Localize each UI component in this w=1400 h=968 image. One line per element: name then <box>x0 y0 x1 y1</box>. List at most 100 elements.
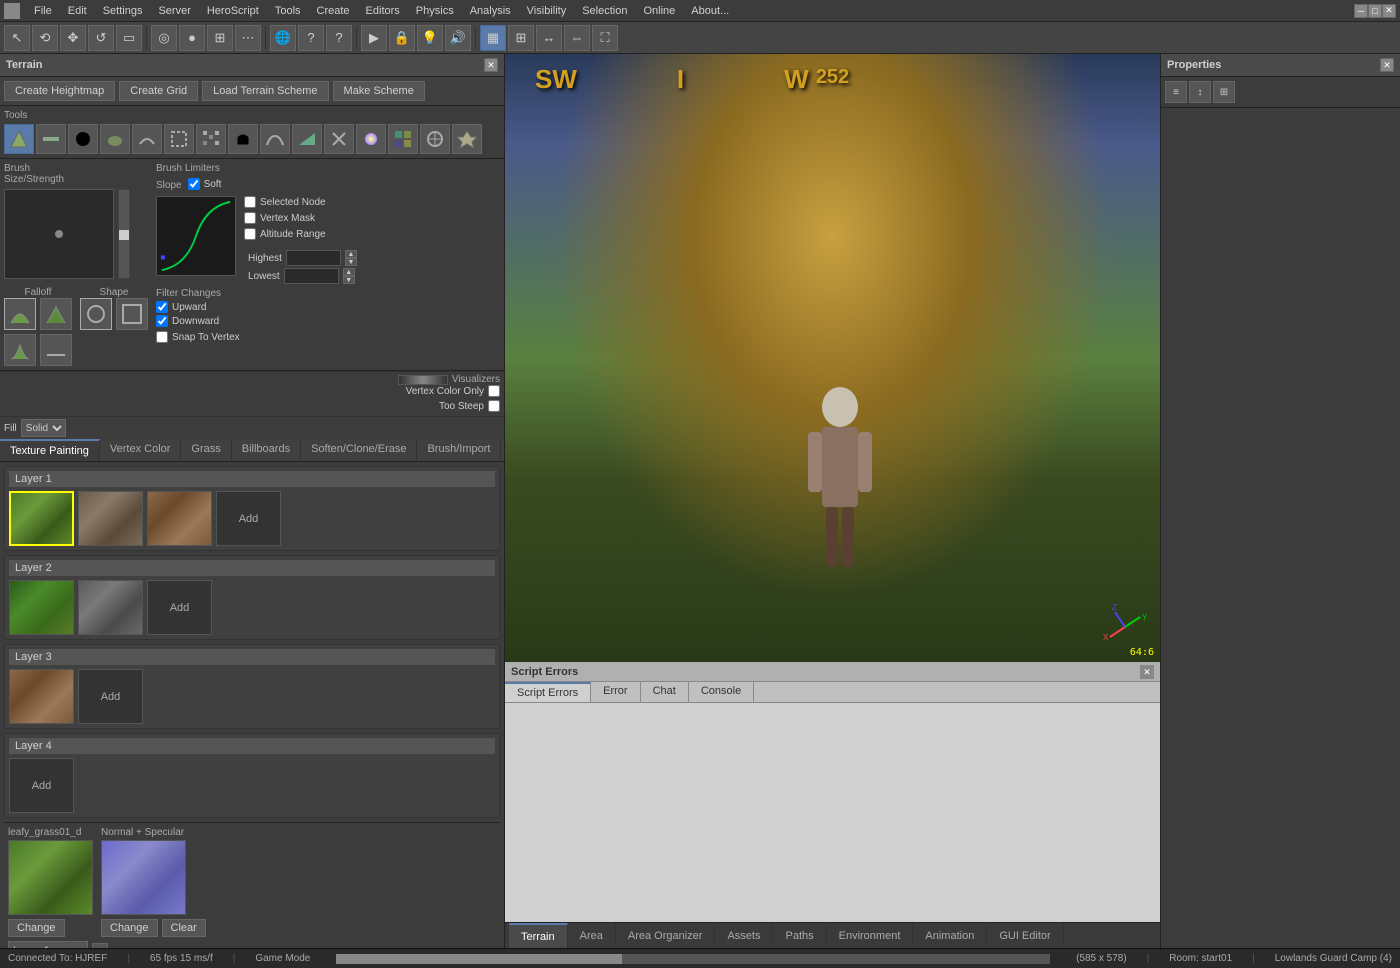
tool-color[interactable] <box>356 124 386 154</box>
tab-texture-painting[interactable]: Texture Painting <box>0 439 100 461</box>
tool-extra1[interactable] <box>420 124 450 154</box>
create-grid-btn[interactable]: Create Grid <box>119 81 198 101</box>
menu-create[interactable]: Create <box>309 3 358 19</box>
window-close[interactable]: ✕ <box>1382 4 1396 18</box>
layer-1-thumb-2[interactable] <box>147 491 212 546</box>
shape-square[interactable] <box>116 298 148 330</box>
bottom-tab-gui-editor[interactable]: GUI Editor <box>987 923 1063 948</box>
falloff-btn-2[interactable] <box>40 298 72 330</box>
layer-1-thumb-1[interactable] <box>78 491 143 546</box>
tool-cut[interactable] <box>324 124 354 154</box>
toolbar-cursor[interactable]: ⛶ <box>592 25 618 51</box>
menu-physics[interactable]: Physics <box>408 3 462 19</box>
toolbar-grid[interactable]: ⊞ <box>207 25 233 51</box>
brush-strength-handle[interactable] <box>119 230 129 240</box>
bottom-tab-environment[interactable]: Environment <box>827 923 914 948</box>
falloff-btn-1[interactable] <box>4 298 36 330</box>
highest-down[interactable]: ▼ <box>345 258 357 266</box>
brush-strength-slider[interactable] <box>118 189 130 279</box>
menu-visibility[interactable]: Visibility <box>519 3 575 19</box>
bottom-tab-paths[interactable]: Paths <box>773 923 826 948</box>
snap-to-vertex-checkbox[interactable] <box>156 331 168 343</box>
highest-up[interactable]: ▲ <box>345 250 357 258</box>
layer-3-add-btn[interactable]: Add <box>78 669 143 724</box>
se-tab-chat[interactable]: Chat <box>641 682 689 702</box>
layer-2-thumb-1[interactable] <box>78 580 143 635</box>
layer-4-add-btn[interactable]: Add <box>9 758 74 813</box>
tab-billboards[interactable]: Billboards <box>232 439 301 461</box>
properties-close-btn[interactable]: ✕ <box>1380 58 1394 72</box>
bottom-tab-area[interactable]: Area <box>568 923 616 948</box>
toolbar-rotate[interactable]: ↺ <box>88 25 114 51</box>
altitude-range-checkbox[interactable] <box>244 228 256 240</box>
window-maximize[interactable]: □ <box>1368 4 1382 18</box>
toolbar-globe[interactable]: 🌐 <box>270 25 296 51</box>
vertex-mask-checkbox[interactable] <box>244 212 256 224</box>
tab-grass[interactable]: Grass <box>181 439 231 461</box>
menu-server[interactable]: Server <box>150 3 198 19</box>
selected-node-checkbox[interactable] <box>244 196 256 208</box>
layer-2-thumb-0[interactable] <box>9 580 74 635</box>
menu-edit[interactable]: Edit <box>60 3 95 19</box>
se-tab-error[interactable]: Error <box>591 682 640 702</box>
toolbar-move[interactable]: ⟲ <box>32 25 58 51</box>
lowest-input[interactable] <box>284 268 339 284</box>
menu-heroscript[interactable]: HeroScript <box>199 3 267 19</box>
menu-tools[interactable]: Tools <box>267 3 309 19</box>
menu-editors[interactable]: Editors <box>358 3 408 19</box>
toolbar-paint[interactable]: ● <box>179 25 205 51</box>
tool-select[interactable] <box>164 124 194 154</box>
falloff-btn-4[interactable] <box>40 334 72 366</box>
create-heightmap-btn[interactable]: Create Heightmap <box>4 81 115 101</box>
fill-select[interactable]: Solid <box>21 419 66 437</box>
menu-online[interactable]: Online <box>635 3 683 19</box>
toolbar-more[interactable]: ⋯ <box>235 25 261 51</box>
toolbar-grid2[interactable]: ⊞ <box>508 25 534 51</box>
window-minimize[interactable]: ─ <box>1354 4 1368 18</box>
layer-1-add-btn[interactable]: Add <box>216 491 281 546</box>
tool-noise[interactable] <box>196 124 226 154</box>
tool-raise[interactable] <box>4 124 34 154</box>
soft-checkbox[interactable] <box>188 178 200 190</box>
se-tab-console[interactable]: Console <box>689 682 754 702</box>
bottom-tab-assets[interactable]: Assets <box>715 923 773 948</box>
vis-slider[interactable] <box>398 375 448 385</box>
toolbar-help2[interactable]: ? <box>326 25 352 51</box>
menu-about[interactable]: About... <box>683 3 737 19</box>
bottom-tab-terrain[interactable]: Terrain <box>509 923 568 948</box>
downward-checkbox[interactable] <box>156 315 168 327</box>
toolbar-horiz[interactable]: ↔ <box>536 25 562 51</box>
tab-brush-import[interactable]: Brush/Import <box>417 439 501 461</box>
shape-circle[interactable] <box>80 298 112 330</box>
toolbar-arrow[interactable]: ▶ <box>361 25 387 51</box>
toolbar-light[interactable]: 💡 <box>417 25 443 51</box>
toolbar-select[interactable]: ↖ <box>4 25 30 51</box>
highest-input[interactable] <box>286 250 341 266</box>
toolbar-sound[interactable]: 🔊 <box>445 25 471 51</box>
tool-stamp[interactable] <box>228 124 258 154</box>
layer-select[interactable]: Layer 1 <box>8 941 88 948</box>
tool-paint[interactable] <box>100 124 130 154</box>
tool-extra2[interactable] <box>452 124 482 154</box>
toolbar-lock[interactable]: 🔒 <box>389 25 415 51</box>
lowest-up[interactable]: ▲ <box>343 268 355 276</box>
toolbar-scale[interactable]: ▭ <box>116 25 142 51</box>
normal-clear-btn[interactable]: Clear <box>162 919 206 937</box>
toolbar-circle[interactable]: ◎ <box>151 25 177 51</box>
lowest-down[interactable]: ▼ <box>343 276 355 284</box>
menu-file[interactable]: File <box>26 3 60 19</box>
viewport[interactable]: SW I W 252 <box>505 54 1160 662</box>
prop-btn-3[interactable]: ⊞ <box>1213 81 1235 103</box>
layer-3-thumb-0[interactable] <box>9 669 74 724</box>
tool-erode[interactable] <box>132 124 162 154</box>
bottom-tab-animation[interactable]: Animation <box>913 923 987 948</box>
falloff-btn-3[interactable] <box>4 334 36 366</box>
menu-selection[interactable]: Selection <box>574 3 635 19</box>
terrain-close-btn[interactable]: ✕ <box>484 58 498 72</box>
tool-ramp[interactable] <box>292 124 322 154</box>
bottom-tab-area-organizer[interactable]: Area Organizer <box>616 923 716 948</box>
menu-analysis[interactable]: Analysis <box>462 3 519 19</box>
too-steep-checkbox[interactable] <box>488 400 500 412</box>
make-scheme-btn[interactable]: Make Scheme <box>333 81 425 101</box>
load-terrain-scheme-btn[interactable]: Load Terrain Scheme <box>202 81 328 101</box>
